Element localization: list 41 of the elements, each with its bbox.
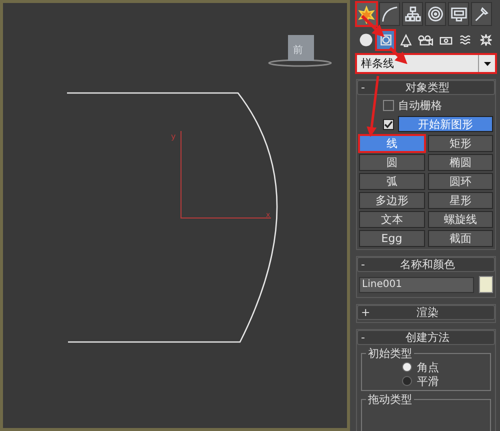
rollout-header[interactable]: - 创建方法 [357, 330, 495, 345]
rollout-header[interactable]: - 对象类型 [357, 80, 495, 95]
checkbox[interactable] [383, 118, 394, 130]
radio-button[interactable] [402, 376, 412, 386]
radio-label: 平滑 [417, 374, 439, 388]
viewcube-label: 前 [293, 45, 303, 56]
shape-type-button[interactable]: 弧 [359, 173, 424, 190]
annotation-arrow [360, 14, 384, 38]
shape-type-button[interactable]: 圆 [359, 154, 424, 171]
shape-type-button[interactable]: Egg [359, 230, 424, 247]
motion-tab[interactable] [425, 2, 446, 26]
display-tab[interactable] [448, 2, 469, 26]
modify-tab[interactable] [379, 2, 400, 26]
shape-type-button[interactable]: 线 [359, 135, 424, 152]
shape-type-button[interactable]: 截面 [428, 230, 493, 247]
hierarchy-tab[interactable] [402, 2, 423, 26]
rollout-header[interactable]: + 渲染 [357, 305, 495, 320]
rollout-header[interactable]: - 名称和颜色 [357, 257, 495, 272]
color-swatch[interactable] [479, 276, 493, 293]
utilities-tab[interactable] [471, 2, 492, 26]
checkbox[interactable] [383, 100, 394, 111]
viewcube-icon[interactable] [268, 35, 332, 67]
group-title: 初始类型 [366, 346, 414, 361]
checkbox-label: 自动栅格 [398, 98, 442, 113]
annotation-arrow [366, 76, 380, 137]
group-title: 拖动类型 [366, 392, 414, 407]
radio-button[interactable] [402, 362, 412, 372]
category-dropdown[interactable]: 样条线 [356, 54, 496, 73]
create-tab[interactable] [356, 2, 377, 26]
shape-type-button[interactable]: 文本 [359, 211, 424, 228]
shape-type-button[interactable]: 螺旋线 [428, 211, 493, 228]
radio-label: 角点 [417, 360, 439, 374]
start-new-shape-button[interactable]: 开始新图形 [398, 116, 493, 132]
shape-type-button[interactable]: 矩形 [428, 135, 493, 152]
shape-type-button[interactable]: 椭圆 [428, 154, 493, 171]
axis-label: y [171, 132, 176, 141]
shape-type-button[interactable]: 星形 [428, 192, 493, 209]
shape-type-button[interactable]: 圆环 [428, 173, 493, 190]
name-field[interactable]: Line001 [359, 276, 474, 292]
caret-icon [484, 62, 490, 66]
shape-type-button[interactable]: 多边形 [359, 192, 424, 209]
